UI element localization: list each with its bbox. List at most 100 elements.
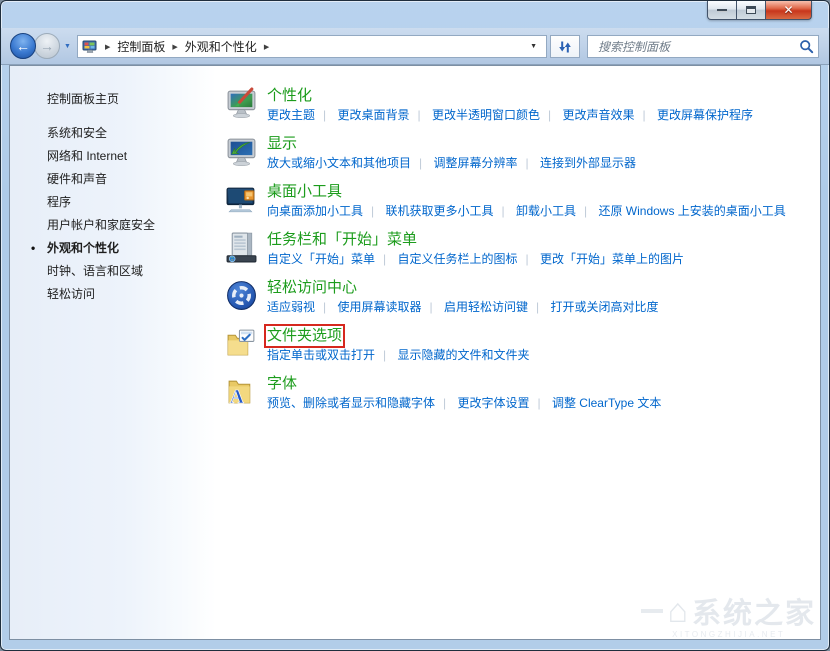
task-link[interactable]: 更改主题 (267, 108, 334, 122)
close-button[interactable]: ✕ (766, 1, 812, 20)
recent-pages-chevron-icon[interactable]: ▼ (64, 43, 71, 50)
task-link[interactable]: 联机获取更多小工具 (385, 204, 512, 218)
search-box (587, 35, 819, 58)
task-link[interactable]: 启用轻松访问键 (444, 300, 547, 314)
close-icon: ✕ (783, 4, 793, 16)
breadcrumb: ▶ 控制面板 ▶ 外观和个性化 ▶ ▼ (77, 35, 547, 58)
task-link[interactable]: 更改字体设置 (457, 396, 548, 410)
breadcrumb-separator-icon[interactable]: ▶ (257, 43, 276, 51)
task-link[interactable]: 预览、删除或者显示和隐藏字体 (267, 396, 454, 410)
breadcrumb-separator-icon[interactable]: ▶ (98, 43, 117, 51)
navigation-bar: ← → ▼ ▶ 控制面板 ▶ 外观和个性化 ▶ ▼ (1, 28, 829, 65)
sidebar-item-label: 轻松访问 (47, 285, 95, 302)
category-personalization: 个性化 更改主题 更改桌面背景 更改半透明窗口颜色 更改声音效果 更改屏幕保护程… (225, 87, 812, 135)
content-area: 控制面板主页 系统和安全 网络和 Internet 硬件和声音 程序 用户帐户和… (9, 65, 821, 640)
breadcrumb-item-control-panel[interactable]: 控制面板 (117, 38, 165, 55)
folder-options-icon[interactable] (225, 327, 258, 360)
task-link[interactable]: 更改「开始」菜单上的图片 (540, 252, 684, 266)
sidebar-item-clock-language-region[interactable]: 时钟、语言和区域 (10, 259, 216, 282)
watermark-dash (641, 609, 663, 613)
watermark-text: 系统之家 (692, 590, 816, 632)
task-link[interactable]: 打开或关闭高对比度 (550, 300, 658, 314)
minimize-icon (717, 9, 727, 12)
sidebar-item-label: 硬件和声音 (47, 170, 107, 187)
task-link[interactable]: 适应弱视 (267, 300, 334, 314)
sidebar-item-label: 程序 (47, 193, 71, 210)
forward-arrow-icon: → (40, 39, 54, 53)
title-bar[interactable]: ✕ (1, 1, 829, 28)
task-link[interactable]: 还原 Windows 上安装的桌面小工具 (598, 204, 785, 218)
sidebar-item-appearance-personalization[interactable]: • 外观和个性化 (10, 236, 216, 259)
watermark-logo: ⌂ 系统之家 (641, 590, 816, 632)
category-desktop-gadgets: 桌面小工具 向桌面添加小工具 联机获取更多小工具 卸载小工具 还原 Window… (225, 183, 812, 231)
breadcrumb-dropdown-icon[interactable]: ▼ (525, 43, 542, 50)
control-panel-icon[interactable] (82, 39, 98, 55)
task-link[interactable]: 使用屏幕读取器 (337, 300, 440, 314)
forward-button[interactable]: → (34, 33, 60, 59)
task-links: 自定义「开始」菜单 自定义任务栏上的图标 更改「开始」菜单上的图片 (267, 252, 684, 267)
category-title[interactable]: 显示 (267, 135, 297, 153)
ease-of-access-icon[interactable] (225, 279, 258, 312)
sidebar-item-hardware-sound[interactable]: 硬件和声音 (10, 167, 216, 190)
search-icon[interactable] (799, 39, 814, 54)
task-links: 指定单击或双击打开 显示隐藏的文件和文件夹 (267, 348, 530, 363)
watermark-subtext: XITONGZHIJIA.NET (641, 630, 816, 639)
sidebar-item-network-internet[interactable]: 网络和 Internet (10, 144, 216, 167)
search-input[interactable] (596, 39, 799, 55)
task-link[interactable]: 调整屏幕分辨率 (433, 156, 536, 170)
sidebar-item-label: 网络和 Internet (47, 147, 127, 164)
refresh-button[interactable] (550, 35, 580, 58)
sidebar-item-label: 时钟、语言和区域 (47, 262, 143, 279)
breadcrumb-item-appearance-personalization[interactable]: 外观和个性化 (185, 38, 257, 55)
task-link[interactable]: 向桌面添加小工具 (267, 204, 382, 218)
task-link[interactable]: 显示隐藏的文件和文件夹 (397, 348, 529, 362)
category-title[interactable]: 个性化 (267, 87, 312, 105)
sidebar-item-label: 用户帐户和家庭安全 (47, 216, 155, 233)
task-links: 向桌面添加小工具 联机获取更多小工具 卸载小工具 还原 Windows 上安装的… (267, 204, 786, 219)
category-title-highlighted[interactable]: 文件夹选项 (267, 327, 342, 345)
category-title[interactable]: 桌面小工具 (267, 183, 342, 201)
task-link[interactable]: 更改桌面背景 (337, 108, 428, 122)
category-fonts: A 字体 预览、删除或者显示和隐藏字体 更改字体设置 调整 ClearType … (225, 375, 812, 423)
breadcrumb-separator-icon[interactable]: ▶ (165, 43, 184, 51)
sidebar-item-ease-of-access[interactable]: 轻松访问 (10, 282, 216, 305)
desktop-gadgets-icon[interactable] (225, 183, 258, 216)
task-links: 适应弱视 使用屏幕读取器 启用轻松访问键 打开或关闭高对比度 (267, 300, 658, 315)
sidebar-item-system-security[interactable]: 系统和安全 (10, 121, 216, 144)
category-title[interactable]: 字体 (267, 375, 297, 393)
personalization-icon[interactable] (225, 87, 258, 120)
sidebar-item-home[interactable]: 控制面板主页 (10, 87, 216, 110)
category-folder-options: 文件夹选项 指定单击或双击打开 显示隐藏的文件和文件夹 (225, 327, 812, 375)
category-ease-of-access-center: 轻松访问中心 适应弱视 使用屏幕读取器 启用轻松访问键 打开或关闭高对比度 (225, 279, 812, 327)
fonts-icon[interactable]: A (225, 375, 258, 408)
refresh-icon (557, 39, 573, 55)
task-link[interactable]: 放大或缩小文本和其他项目 (267, 156, 430, 170)
task-link[interactable]: 连接到外部显示器 (540, 156, 636, 170)
task-links: 预览、删除或者显示和隐藏字体 更改字体设置 调整 ClearType 文本 (267, 396, 661, 411)
task-link[interactable]: 更改屏幕保护程序 (657, 108, 753, 122)
maximize-icon (746, 6, 756, 14)
house-icon: ⌂ (667, 596, 688, 626)
sidebar-item-user-accounts[interactable]: 用户帐户和家庭安全 (10, 213, 216, 236)
task-link[interactable]: 自定义任务栏上的图标 (397, 252, 536, 266)
task-link[interactable]: 更改声音效果 (562, 108, 653, 122)
svg-text:A: A (230, 387, 244, 408)
task-link[interactable]: 自定义「开始」菜单 (267, 252, 394, 266)
watermark: ⌂ 系统之家 XITONGZHIJIA.NET (641, 590, 816, 639)
back-button[interactable]: ← (10, 33, 36, 59)
taskbar-start-menu-icon[interactable] (225, 231, 258, 264)
selected-bullet-icon: • (31, 241, 35, 255)
category-title[interactable]: 任务栏和「开始」菜单 (267, 231, 417, 249)
minimize-button[interactable] (707, 1, 737, 20)
display-icon[interactable] (225, 135, 258, 168)
control-panel-window: ✕ ← → ▼ ▶ 控制面板 ▶ (0, 0, 830, 651)
sidebar-item-programs[interactable]: 程序 (10, 190, 216, 213)
category-display: 显示 放大或缩小文本和其他项目 调整屏幕分辨率 连接到外部显示器 (225, 135, 812, 183)
sidebar-item-label: 系统和安全 (47, 124, 107, 141)
task-link[interactable]: 调整 ClearType 文本 (552, 396, 661, 410)
task-link[interactable]: 卸载小工具 (516, 204, 595, 218)
task-link[interactable]: 指定单击或双击打开 (267, 348, 394, 362)
category-title[interactable]: 轻松访问中心 (267, 279, 357, 297)
task-link[interactable]: 更改半透明窗口颜色 (432, 108, 559, 122)
maximize-button[interactable] (737, 1, 766, 20)
